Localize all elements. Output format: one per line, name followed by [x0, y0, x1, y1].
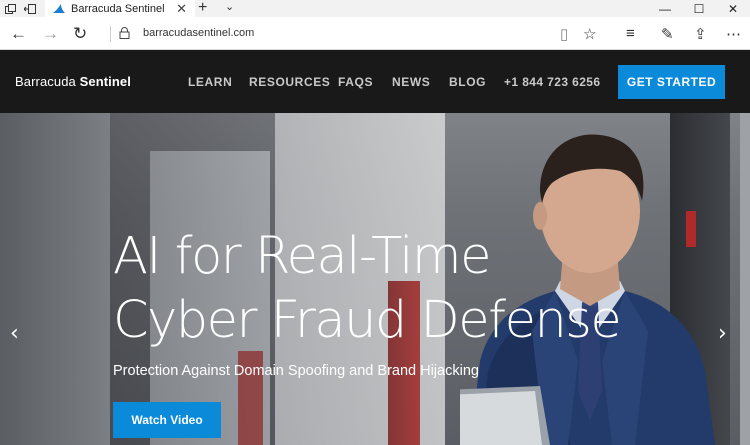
browser-tab-active[interactable]: Barracuda Sentinel ✕ [45, 0, 195, 17]
close-window-button[interactable]: ✕ [714, 0, 750, 17]
site-logo[interactable]: Barracuda Sentinel [15, 74, 131, 89]
logo-text-bold: Sentinel [79, 74, 131, 89]
hero-headline: AI for Real-Time Cyber Fraud Defense [113, 225, 673, 353]
site-header: Barracuda Sentinel LEARN RESOURCES FAQS … [0, 51, 750, 113]
carousel-next-arrow-icon[interactable]: › [718, 321, 727, 346]
hero-right-edge [740, 113, 750, 445]
tab-close-icon[interactable]: ✕ [176, 1, 187, 17]
hero-subheadline: Protection Against Domain Spoofing and B… [113, 363, 479, 379]
refresh-icon[interactable]: ↻ [73, 24, 87, 44]
forward-arrow-icon[interactable]: → [42, 24, 59, 44]
hero-wall-left [0, 113, 110, 445]
lock-icon [119, 27, 130, 39]
reading-view-icon[interactable]: ▯ [560, 25, 568, 43]
nav-resources[interactable]: RESOURCES [249, 75, 330, 89]
hero-headline-line2: Cyber Fraud Defense [113, 291, 622, 350]
more-icon[interactable]: ⋯ [726, 25, 741, 43]
tab-preview-icon[interactable] [0, 0, 20, 17]
tab-title: Barracuda Sentinel [71, 2, 165, 15]
nav-blog[interactable]: BLOG [449, 75, 486, 89]
set-aside-tabs-icon[interactable] [20, 0, 40, 17]
new-tab-icon[interactable]: + [198, 0, 207, 17]
maximize-button[interactable]: ☐ [680, 0, 718, 17]
barracuda-favicon-icon [53, 3, 65, 13]
logo-text-light: Barracuda [15, 74, 80, 89]
webpage: Barracuda Sentinel LEARN RESOURCES FAQS … [0, 51, 750, 445]
minimize-button[interactable]: — [646, 0, 684, 17]
nav-learn[interactable]: LEARN [188, 75, 232, 89]
watch-video-button[interactable]: Watch Video [113, 402, 221, 438]
tab-list-chevron-icon[interactable]: ⌄ [225, 0, 234, 13]
favorite-star-icon[interactable]: ☆ [583, 25, 596, 43]
web-note-icon[interactable]: ✎ [661, 25, 674, 43]
hero-headline-line1: AI for Real-Time [113, 227, 491, 286]
back-arrow-icon[interactable]: ← [10, 24, 27, 44]
nav-faqs[interactable]: FAQS [338, 75, 373, 89]
url-field[interactable]: barracudasentinel.com [143, 27, 254, 39]
nav-news[interactable]: NEWS [392, 75, 430, 89]
address-bar: ← → ↻ barracudasentinel.com ▯ ☆ ≡ ✎ ⇪ ⋯ [0, 17, 750, 50]
get-started-button[interactable]: GET STARTED [618, 65, 725, 99]
carousel-prev-arrow-icon[interactable]: ‹ [10, 321, 19, 346]
address-separator [110, 26, 111, 42]
hub-icon[interactable]: ≡ [626, 25, 635, 42]
share-icon[interactable]: ⇪ [694, 25, 707, 43]
nav-phone[interactable]: +1 844 723 6256 [504, 75, 600, 89]
